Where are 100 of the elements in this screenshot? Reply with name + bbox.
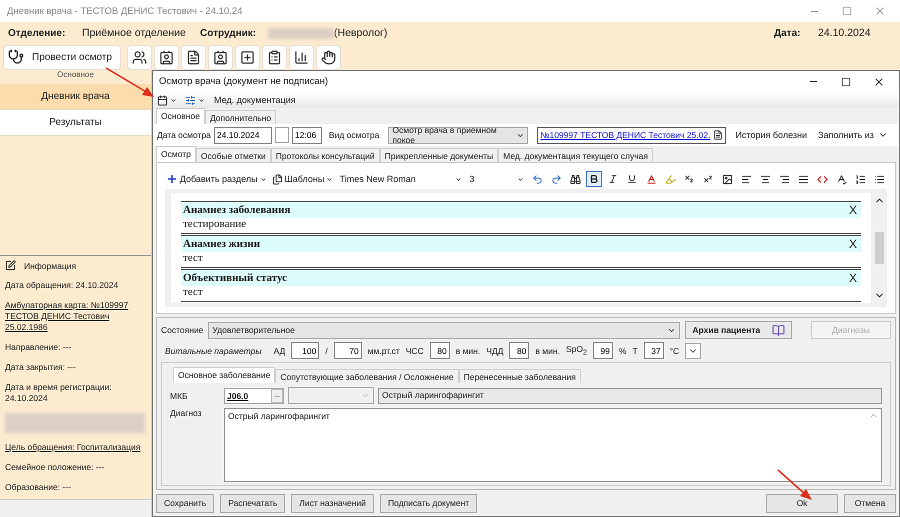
footer-button[interactable]: Лист назначений bbox=[291, 494, 374, 512]
toolbar-button[interactable] bbox=[316, 44, 341, 70]
footer-button[interactable]: Подписать документ bbox=[380, 494, 478, 512]
undo-icon bbox=[532, 174, 542, 184]
cancel-button[interactable]: Отмена bbox=[844, 494, 896, 512]
fill-from-button[interactable]: Заполнить из bbox=[814, 130, 892, 140]
info-title: Информация bbox=[24, 260, 76, 270]
dialog-title: Осмотр врача (документ не подписан) bbox=[159, 76, 330, 87]
bold-icon bbox=[589, 174, 599, 184]
spellcheck-icon bbox=[836, 174, 846, 184]
tab[interactable]: Перенесенные заболевания bbox=[458, 369, 581, 383]
date-field[interactable]: 24.10.2024 bbox=[214, 126, 272, 144]
remove-section-button[interactable]: X bbox=[848, 237, 857, 251]
tab[interactable]: Особые отметки bbox=[196, 148, 271, 162]
italic-icon bbox=[608, 174, 618, 184]
tab[interactable]: Дополнительно bbox=[204, 110, 276, 124]
align-left-icon bbox=[740, 174, 752, 184]
documents-icon bbox=[272, 174, 283, 184]
vital-unit: в мин. bbox=[456, 346, 480, 356]
underline-icon bbox=[627, 174, 637, 184]
ok-button[interactable]: Ok bbox=[766, 494, 838, 512]
exam-type-select[interactable]: Осмотр врача в приемном покое bbox=[388, 126, 528, 144]
condition-label: Состояние bbox=[161, 325, 204, 335]
code-tag-icon bbox=[816, 174, 828, 184]
sidebar-item[interactable]: Результаты bbox=[0, 110, 151, 136]
add-sections-button[interactable]: Добавить разделы bbox=[165, 171, 268, 187]
scrollbar-thumb[interactable] bbox=[874, 232, 884, 264]
vital-field[interactable]: 80 bbox=[430, 342, 450, 359]
bold-button[interactable] bbox=[586, 171, 602, 187]
info-link[interactable]: Цель обращения: Госпитализация bbox=[5, 442, 146, 453]
stethoscope-icon bbox=[8, 49, 24, 65]
patient-field[interactable]: №109997 ТЕСТОВ ДЕНИС Тестович 25.02. bbox=[537, 126, 726, 144]
close-icon[interactable] bbox=[873, 76, 885, 88]
expand-button[interactable] bbox=[685, 342, 702, 358]
caret-icon bbox=[260, 176, 267, 182]
caret-icon bbox=[326, 176, 334, 182]
tab[interactable]: Основное bbox=[156, 108, 205, 124]
maximize-icon[interactable] bbox=[841, 76, 851, 86]
examine-button[interactable]: Провести осмотр bbox=[3, 44, 121, 70]
tab[interactable]: Основное заболевание bbox=[173, 367, 276, 383]
calendar-icon bbox=[157, 94, 168, 106]
text-color-icon bbox=[646, 174, 656, 184]
department-label: Отделение: bbox=[8, 28, 66, 38]
diagnosis-text-field[interactable]: Острый ларингофарингит bbox=[224, 408, 882, 482]
vital-field[interactable]: 99 bbox=[592, 342, 613, 359]
vital-label: ЧСС bbox=[406, 346, 424, 356]
history-button[interactable]: История болезни bbox=[731, 130, 812, 140]
vital-field[interactable]: 37 bbox=[644, 342, 664, 359]
arrow bbox=[777, 469, 812, 500]
section-title: Анамнез заболевания bbox=[183, 204, 290, 216]
vital-field[interactable]: 80 bbox=[509, 342, 530, 359]
hand-icon bbox=[320, 50, 336, 64]
archive-button[interactable]: Архив пациента bbox=[685, 321, 792, 339]
mkb-label: МКБ bbox=[170, 390, 189, 400]
info-text: Образование: --- bbox=[5, 482, 72, 493]
toolbar-button[interactable] bbox=[234, 44, 260, 70]
remove-section-button[interactable]: X bbox=[848, 271, 857, 285]
tab[interactable]: Осмотр bbox=[156, 146, 196, 162]
group-label: Основное bbox=[56, 70, 95, 81]
clipboard-icon bbox=[266, 50, 282, 64]
info-text: Направление: --- bbox=[5, 342, 72, 353]
condition-select[interactable]: Удовлетворительное bbox=[208, 322, 680, 338]
remove-section-button[interactable]: X bbox=[848, 203, 857, 217]
toolbar-button[interactable] bbox=[208, 44, 233, 70]
document-icon bbox=[186, 50, 201, 64]
subscript-icon bbox=[684, 174, 694, 184]
tab[interactable]: Протоколы консультаций bbox=[270, 148, 380, 162]
window-title: Дневник врача - ТЕСТОВ ДЕНИС Тестович - 24.10.24 bbox=[7, 6, 244, 16]
date-label: Дата: bbox=[774, 28, 802, 38]
exam-type-label: Вид осмотра bbox=[328, 130, 380, 140]
sidebar-item[interactable]: Дневник врача bbox=[0, 84, 151, 110]
toolbar-button[interactable] bbox=[262, 44, 287, 70]
vital-field[interactable]: 70 bbox=[334, 342, 362, 359]
vital-unit: в мин. bbox=[535, 346, 560, 356]
tab[interactable]: Прикрепленные документы bbox=[380, 148, 498, 162]
department-value: Приёмное отделение bbox=[82, 27, 187, 39]
align-right-icon bbox=[778, 174, 790, 184]
diagnosis-label: Диагноз bbox=[170, 408, 203, 420]
toolbar-button[interactable] bbox=[126, 44, 152, 70]
info-text: Дата обращения: 24.10.2024 bbox=[5, 280, 120, 291]
toolbar-button[interactable] bbox=[154, 44, 179, 70]
time-field[interactable]: 12:06 bbox=[292, 126, 322, 144]
info-link[interactable]: Амбулаторная карта: №109997 ТЕСТОВ ДЕНИС Тестович 25.02.1986 bbox=[5, 300, 146, 333]
footer-button[interactable]: Распечатать bbox=[220, 494, 286, 512]
caret-icon bbox=[198, 96, 205, 104]
tab[interactable]: Сопутствующие заболевания / Осложнение bbox=[275, 369, 459, 383]
info-text: Дата закрытия: --- bbox=[5, 362, 77, 373]
footer-button[interactable]: Сохранить bbox=[156, 494, 214, 512]
align-justify-icon bbox=[798, 174, 808, 184]
date-value: 24.10.2024 bbox=[818, 27, 872, 39]
toolbar-button[interactable] bbox=[180, 44, 206, 70]
section-text: тест bbox=[182, 252, 204, 266]
menu-item[interactable]: Мед. документация bbox=[214, 95, 296, 105]
templates-button[interactable]: Шаблоны bbox=[270, 171, 335, 187]
document-area[interactable]: Анамнез заболевания X тестирование Анамнез жизни X тест Объективный статус X тест bbox=[171, 193, 871, 303]
caret-icon bbox=[517, 176, 524, 182]
diagnosis-name-field[interactable]: Острый ларингофарингит bbox=[378, 388, 882, 404]
toolbar-button[interactable] bbox=[288, 44, 314, 70]
vital-field[interactable]: 100 bbox=[291, 342, 320, 359]
tab[interactable]: Мед. документация текущего случая bbox=[498, 148, 654, 162]
